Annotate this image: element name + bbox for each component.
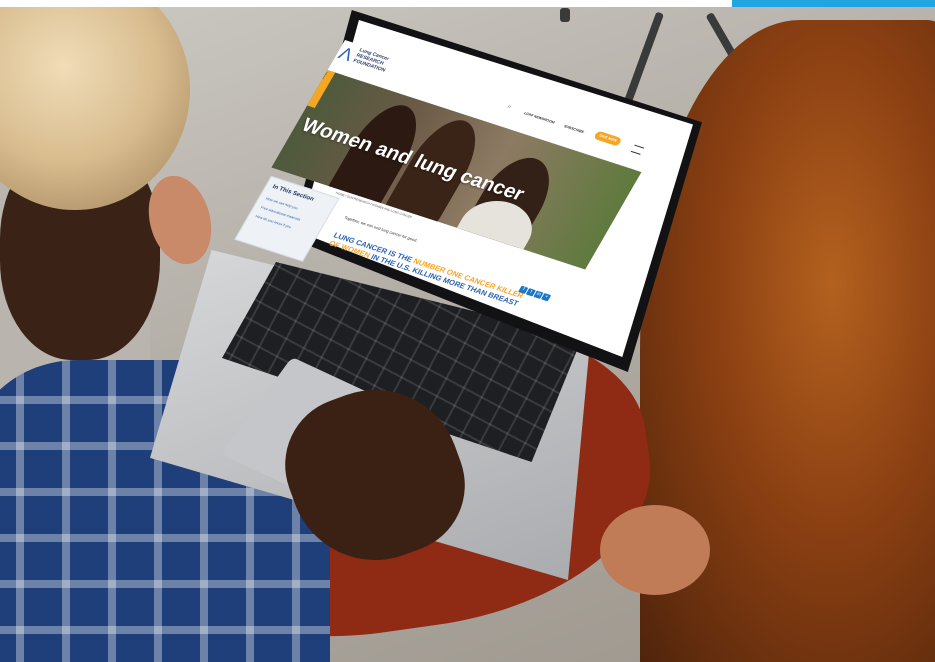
share-plus-icon[interactable]: + (540, 293, 552, 302)
nav-link-newsroom[interactable]: LCRF NEWSROOM (523, 111, 555, 124)
give-now-button[interactable]: GIVE NOW (593, 130, 623, 147)
photo-scene: Λ Lung Cancer RESEARCH FOUNDATION ⌕ LCRF… (0, 0, 935, 662)
top-bar-accent (732, 0, 935, 7)
lead-text: IN THE U.S. KILLING MORE THAN BREAST (367, 251, 521, 308)
chair-leg (560, 8, 570, 22)
nav-link-subscribe[interactable]: SUBSCRIBE (563, 124, 585, 134)
right-hand (600, 505, 710, 595)
hamburger-menu-icon[interactable] (630, 144, 645, 155)
search-icon[interactable]: ⌕ (506, 104, 512, 111)
